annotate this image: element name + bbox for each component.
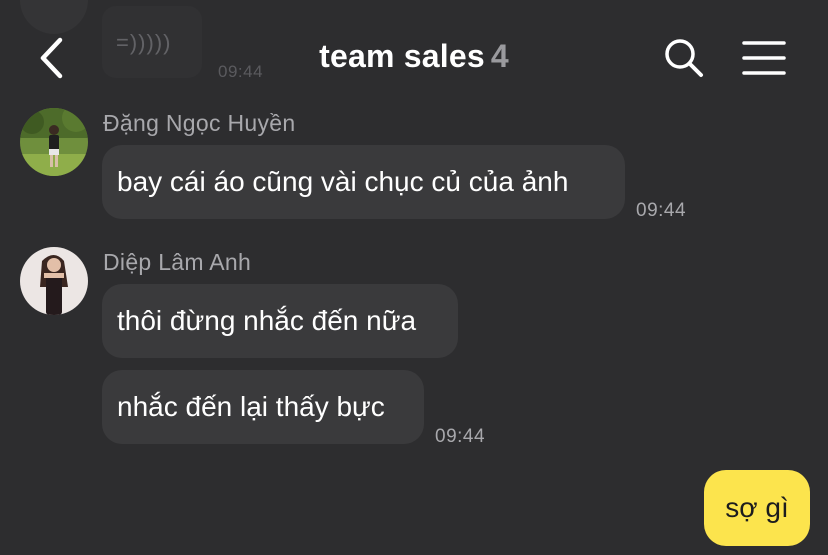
chat-header: team sales 4 [0,28,828,90]
avatar-dang-ngoc-huyen[interactable] [20,108,88,176]
member-count: 4 [490,38,509,74]
sender-name: Diệp Lâm Anh [103,249,252,275]
my-message-bubble[interactable]: sợ gì [704,470,810,546]
avatar-photo [20,108,88,176]
hamburger-menu-icon [742,41,786,75]
group-name: team sales [319,38,485,74]
message-bubble[interactable]: thôi đừng nhắc đến nữa [102,284,458,358]
search-button[interactable] [662,36,706,80]
avatar-diep-lam-anh[interactable] [20,247,88,315]
chat-screen: =))))) 09:44 team sales 4 Đặng Ngọc Huyề… [0,0,828,555]
menu-button[interactable] [740,38,788,78]
message-bubble[interactable]: nhắc đến lại thấy bực [102,370,424,444]
avatar-photo [20,247,88,315]
message-time: 09:44 [636,200,687,221]
search-icon [665,39,703,77]
sender-name: Đặng Ngọc Huyền [103,110,296,136]
message-bubble[interactable]: bay cái áo cũng vài chục củ của ảnh [102,145,625,219]
message-time: 09:44 [435,426,486,447]
